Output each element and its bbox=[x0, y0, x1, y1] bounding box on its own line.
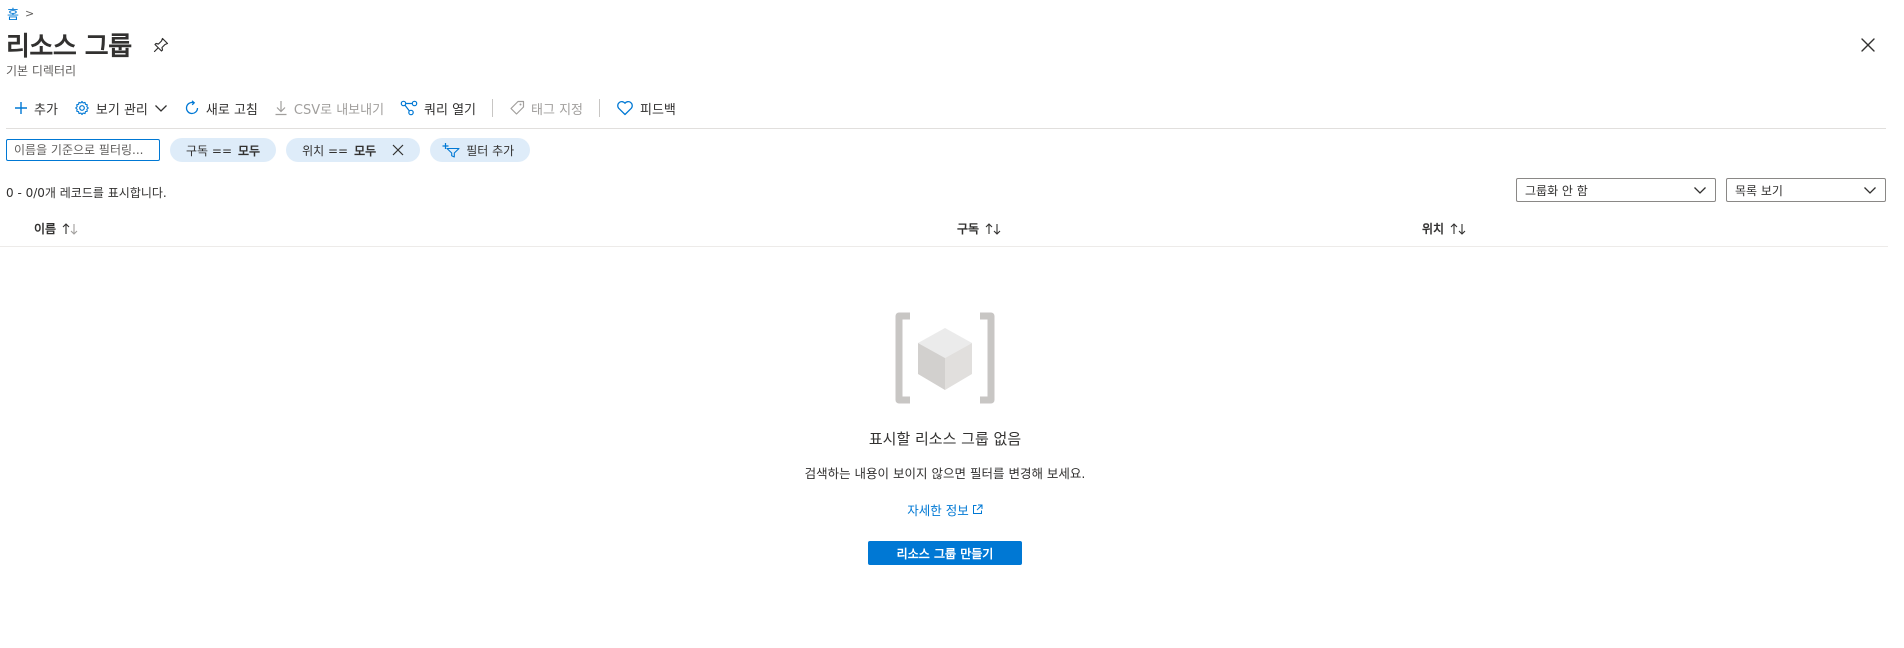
toolbar-divider bbox=[492, 99, 494, 117]
breadcrumb: 홈 > bbox=[7, 4, 34, 23]
add-filter-icon bbox=[442, 143, 460, 158]
feedback-label: 피드백 bbox=[640, 102, 676, 118]
location-filter-value: 모두 bbox=[354, 143, 377, 158]
learn-more-label: 자세한 정보 bbox=[907, 503, 969, 518]
chevron-down-icon bbox=[1694, 187, 1706, 194]
open-query-label: 쿼리 열기 bbox=[424, 102, 477, 118]
grouping-dropdown[interactable]: 그룹화 안 함 bbox=[1516, 178, 1716, 202]
column-header-location-label: 위치 bbox=[1422, 222, 1445, 236]
column-header-name[interactable]: 이름 bbox=[34, 220, 80, 237]
feedback-button[interactable]: 피드백 bbox=[608, 96, 684, 120]
resource-group-cube-icon bbox=[895, 312, 995, 404]
add-button-label: 추가 bbox=[34, 102, 58, 118]
assign-tags-label: 태그 지정 bbox=[531, 102, 584, 118]
column-header-location[interactable]: 위치 bbox=[1422, 220, 1468, 237]
download-icon bbox=[275, 101, 287, 116]
grouping-dropdown-value: 그룹화 안 함 bbox=[1525, 183, 1588, 198]
refresh-icon bbox=[185, 100, 199, 115]
toolbar-divider bbox=[599, 99, 601, 117]
learn-more-link[interactable]: 자세한 정보 bbox=[907, 500, 983, 519]
open-query-button[interactable]: 쿼리 열기 bbox=[392, 96, 484, 120]
close-icon[interactable] bbox=[1860, 37, 1876, 53]
view-mode-dropdown[interactable]: 목록 보기 bbox=[1726, 178, 1886, 202]
subscription-filter-pill[interactable]: 구독 == 모두 bbox=[170, 138, 277, 162]
subscription-filter-value: 모두 bbox=[238, 143, 261, 158]
sort-icon bbox=[62, 222, 78, 235]
tag-icon bbox=[510, 100, 525, 115]
empty-state: 표시할 리소스 그룹 없음 검색하는 내용이 보이지 않으면 필터를 변경해 보… bbox=[0, 310, 1890, 565]
pin-icon[interactable] bbox=[152, 36, 170, 54]
page-title: 리소스 그룹 bbox=[6, 32, 132, 62]
query-icon bbox=[400, 100, 418, 116]
location-filter-label: 위치 == bbox=[302, 143, 349, 158]
manage-view-button[interactable]: 보기 관리 bbox=[66, 96, 176, 120]
sort-icon bbox=[1450, 222, 1466, 235]
title-row: 리소스 그룹 bbox=[6, 26, 170, 63]
manage-view-label: 보기 관리 bbox=[95, 102, 148, 118]
records-count: 0 - 0/0개 레코드를 표시합니다. bbox=[6, 186, 167, 200]
breadcrumb-home-link[interactable]: 홈 bbox=[7, 4, 19, 23]
external-link-icon bbox=[972, 504, 983, 514]
chevron-down-icon bbox=[1864, 187, 1876, 194]
gear-icon bbox=[75, 100, 89, 116]
export-csv-label: CSV로 내보내기 bbox=[293, 102, 385, 118]
add-filter-pill[interactable]: 필터 추가 bbox=[430, 138, 531, 162]
refresh-label: 새로 고침 bbox=[205, 102, 258, 118]
name-filter-input[interactable] bbox=[6, 139, 160, 161]
add-filter-label: 필터 추가 bbox=[466, 143, 515, 158]
refresh-button[interactable]: 새로 고침 bbox=[176, 96, 266, 120]
view-mode-dropdown-value: 목록 보기 bbox=[1735, 183, 1783, 198]
column-header-name-label: 이름 bbox=[34, 222, 57, 236]
add-button[interactable]: 추가 bbox=[6, 96, 66, 120]
column-header-subscription[interactable]: 구독 bbox=[957, 220, 1003, 237]
breadcrumb-separator: > bbox=[24, 7, 35, 20]
heart-icon bbox=[617, 101, 633, 116]
empty-state-description: 검색하는 내용이 보이지 않으면 필터를 변경해 보세요. bbox=[804, 466, 1086, 481]
subscription-filter-label: 구독 == bbox=[186, 143, 233, 158]
table-header: 이름 구독 위치 bbox=[0, 218, 1888, 247]
chevron-down-icon bbox=[154, 105, 167, 112]
assign-tags-button[interactable]: 태그 지정 bbox=[501, 96, 591, 120]
empty-state-title: 표시할 리소스 그룹 없음 bbox=[868, 430, 1022, 448]
plus-icon bbox=[15, 102, 27, 114]
command-toolbar: 추가 보기 관리 새로 고침 CSV로 내보내기 쿼리 열기 태그 지정 피드백 bbox=[6, 94, 1886, 129]
page-subtitle: 기본 디렉터리 bbox=[6, 64, 77, 78]
sort-icon bbox=[985, 222, 1001, 235]
column-header-subscription-label: 구독 bbox=[957, 222, 980, 236]
filter-row: 구독 == 모두 위치 == 모두 필터 추가 bbox=[6, 138, 531, 162]
location-filter-pill[interactable]: 위치 == 모두 bbox=[286, 138, 421, 162]
create-resource-group-button[interactable]: 리소스 그룹 만들기 bbox=[868, 541, 1022, 565]
close-icon[interactable] bbox=[392, 144, 404, 156]
export-csv-button[interactable]: CSV로 내보내기 bbox=[266, 96, 392, 120]
